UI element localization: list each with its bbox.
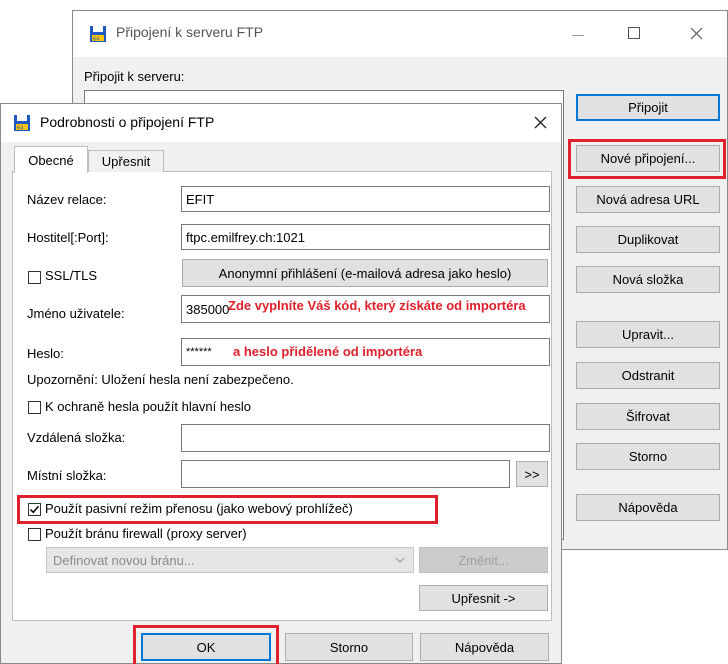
- password-label: Heslo:: [27, 346, 64, 361]
- connect-button[interactable]: Připojit: [576, 94, 720, 121]
- passive-mode-highlight: [17, 495, 438, 524]
- master-password-label: K ochraně hesla použít hlavní heslo: [45, 399, 251, 414]
- username-annotation: Zde vyplníte Váš kód, který získáte od i…: [228, 298, 526, 313]
- firewall-label: Použít bránu firewall (proxy server): [45, 526, 247, 541]
- username-label: Jméno uživatele:: [27, 306, 125, 321]
- remote-folder-label: Vzdálená složka:: [27, 430, 126, 445]
- maximize-icon[interactable]: [628, 27, 640, 39]
- chevron-down-icon: [395, 557, 405, 563]
- host-input[interactable]: ftpc.emilfrey.ch:1021: [181, 224, 550, 250]
- ftp-app-icon: 64: [90, 26, 106, 43]
- anonymous-login-button[interactable]: Anonymní přihlášení (e-mailová adresa ja…: [182, 259, 548, 287]
- main-cancel-button[interactable]: Storno: [576, 443, 720, 470]
- ok-highlight: [133, 625, 279, 664]
- duplicate-button[interactable]: Duplikovat: [576, 226, 720, 253]
- dialog-close-icon[interactable]: [534, 116, 547, 129]
- change-button[interactable]: Změnit...: [419, 547, 548, 573]
- new-folder-button[interactable]: Nová složka: [576, 266, 720, 293]
- password-warning: Upozornění: Uložení hesla není zabezpeče…: [27, 372, 294, 387]
- local-folder-input[interactable]: [181, 460, 510, 488]
- remote-folder-input[interactable]: [181, 424, 550, 452]
- tab-general-label: Obecné: [28, 152, 74, 168]
- encrypt-button[interactable]: Šifrovat: [576, 403, 720, 430]
- svg-text:64: 64: [17, 126, 23, 132]
- firewall-checkbox[interactable]: [28, 528, 41, 541]
- main-close-icon[interactable]: [690, 27, 703, 40]
- browse-button[interactable]: >>: [516, 461, 548, 487]
- main-window-title: Připojení k serveru FTP: [116, 24, 264, 40]
- master-password-checkbox[interactable]: [28, 401, 41, 414]
- tab-advanced[interactable]: Upřesnit: [88, 150, 164, 172]
- dialog-cancel-button[interactable]: Storno: [285, 633, 413, 661]
- host-label: Hostitel[:Port]:: [27, 230, 109, 245]
- ssl-checkbox[interactable]: [28, 271, 41, 284]
- edit-button[interactable]: Upravit...: [576, 321, 720, 348]
- connect-to-label: Připojit k serveru:: [84, 69, 185, 84]
- dialog-app-icon: 64: [14, 115, 30, 132]
- dialog-title: Podrobnosti o připojení FTP: [40, 114, 215, 130]
- advanced-button[interactable]: Upřesnit ->: [419, 585, 548, 611]
- delete-button[interactable]: Odstranit: [576, 362, 720, 389]
- new-url-button[interactable]: Nová adresa URL: [576, 186, 720, 213]
- new-connection-highlight: [568, 139, 726, 179]
- password-annotation: a heslo přidělené od importéra: [233, 344, 423, 359]
- main-help-button[interactable]: Nápověda: [576, 494, 720, 521]
- gateway-select-value: Definovat novou bránu...: [53, 552, 195, 568]
- session-name-label: Název relace:: [27, 192, 107, 207]
- ssl-label: SSL/TLS: [45, 268, 98, 283]
- session-name-input[interactable]: EFIT: [181, 186, 550, 212]
- minimize-icon[interactable]: [572, 35, 584, 36]
- local-folder-label: Místní složka:: [27, 468, 107, 483]
- tab-advanced-label: Upřesnit: [101, 154, 151, 169]
- dialog-help-button[interactable]: Nápověda: [420, 633, 549, 661]
- svg-text:64: 64: [93, 37, 99, 43]
- gateway-select[interactable]: Definovat novou bránu...: [46, 547, 414, 573]
- tab-general[interactable]: Obecné: [14, 146, 88, 173]
